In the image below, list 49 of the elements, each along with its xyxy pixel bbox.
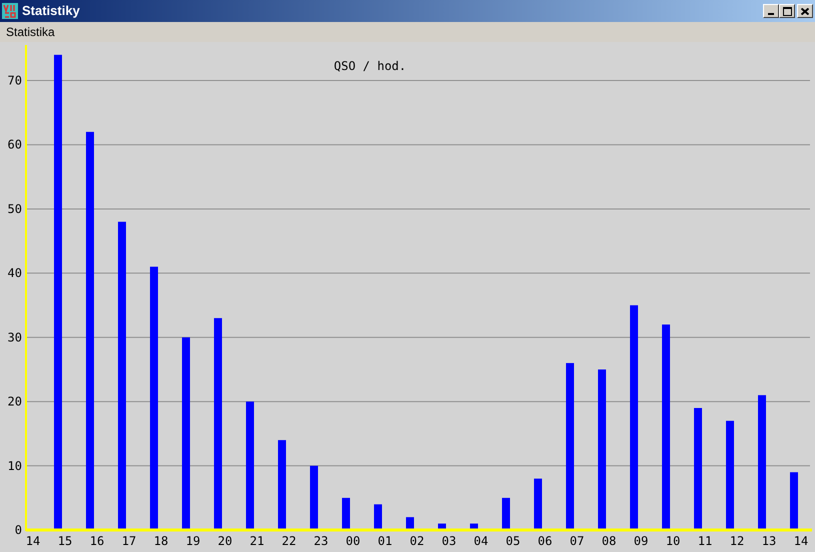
x-tick-label: 15 — [58, 534, 72, 548]
x-tick-label: 02 — [410, 534, 424, 548]
y-tick-label: 20 — [8, 394, 22, 409]
app-icon — [2, 3, 18, 19]
x-tick-label: 16 — [90, 534, 104, 548]
x-tick-label: 20 — [218, 534, 232, 548]
minimize-button[interactable] — [763, 4, 779, 18]
x-tick-label: 21 — [250, 534, 264, 548]
x-tick-label: 17 — [122, 534, 136, 548]
bar — [534, 478, 542, 530]
y-tick-label: 70 — [8, 74, 22, 88]
x-tick-label: 11 — [698, 534, 712, 548]
x-tick-label: 08 — [602, 534, 616, 548]
x-tick-label: 10 — [666, 534, 680, 548]
maximize-icon — [782, 6, 792, 16]
bar — [310, 466, 318, 530]
x-tick-label: 14 — [794, 534, 808, 548]
x-tick-label: 03 — [442, 534, 456, 548]
x-tick-label: 19 — [186, 534, 200, 548]
y-tick-label: 10 — [8, 458, 22, 473]
y-tick-label: 40 — [8, 266, 22, 280]
menu-item[interactable]: Statistika — [6, 23, 55, 41]
chart-title: QSO / hod. — [334, 59, 406, 73]
window-title: Statistiky — [22, 2, 81, 20]
x-tick-label: 22 — [282, 534, 296, 548]
x-tick-label: 09 — [634, 534, 648, 548]
x-tick-label: 12 — [730, 534, 744, 548]
y-tick-label: 0 — [14, 523, 22, 537]
x-tick-label: 05 — [506, 534, 520, 548]
bar — [790, 472, 798, 530]
close-icon — [801, 8, 809, 14]
x-tick-label: 07 — [570, 534, 584, 548]
x-tick-label: 18 — [154, 534, 168, 548]
close-button[interactable] — [797, 4, 813, 18]
x-tick-label: 01 — [378, 534, 392, 548]
y-tick-label: 50 — [8, 202, 22, 216]
maximize-button[interactable] — [779, 4, 795, 18]
bar — [374, 504, 382, 530]
x-tick-label: 14 — [26, 534, 40, 548]
bar — [502, 498, 510, 530]
y-tick-label: 30 — [8, 330, 22, 344]
x-tick-label: 13 — [762, 534, 776, 548]
y-tick-label: 60 — [8, 138, 22, 152]
bar — [342, 498, 350, 530]
x-tick-label: 06 — [538, 534, 552, 548]
x-tick-label: 04 — [474, 534, 488, 548]
x-tick-label: 23 — [314, 534, 328, 548]
x-tick-label: 00 — [346, 534, 360, 548]
bar — [406, 517, 414, 530]
